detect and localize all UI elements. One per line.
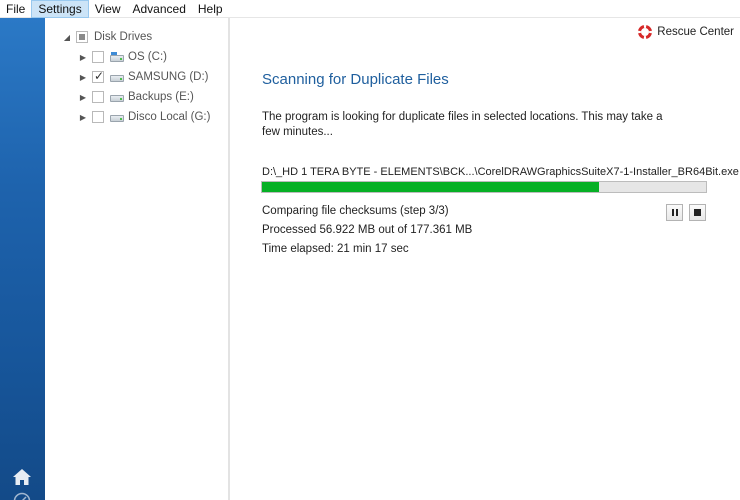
progress-fill: [262, 182, 600, 192]
drive-tree: ◢ Disk Drives ▶ OS (C:) ▶ SAMSUNG (D:) ▶…: [45, 18, 228, 500]
drive-icon: [110, 92, 124, 103]
drive-label: SAMSUNG (D:): [128, 71, 209, 83]
tree-item-os[interactable]: ▶ OS (C:): [78, 48, 167, 66]
drive-checkbox[interactable]: [92, 111, 104, 123]
drive-checkbox[interactable]: [92, 69, 104, 83]
rescue-center-link[interactable]: Rescue Center: [638, 25, 734, 39]
menu-file[interactable]: File: [0, 0, 31, 18]
menu-bar: File Settings View Advanced Help: [0, 0, 740, 18]
drive-checkbox[interactable]: [92, 91, 104, 103]
drive-label: Backups (E:): [128, 91, 194, 103]
elapsed-status: Time elapsed: 21 min 17 sec: [262, 243, 409, 255]
drive-checkbox[interactable]: [92, 51, 104, 63]
gauge-icon[interactable]: [13, 492, 31, 500]
pause-icon: [671, 209, 679, 216]
drive-label: OS (C:): [128, 51, 167, 63]
stop-icon: [694, 209, 701, 216]
current-file-path: D:\_HD 1 TERA BYTE - ELEMENTS\BCK...\Cor…: [262, 166, 739, 178]
step-status: Comparing file checksums (step 3/3): [262, 205, 449, 217]
side-rail: [0, 18, 45, 500]
tree-item-disco-local[interactable]: ▶ Disco Local (G:): [78, 108, 210, 126]
drive-icon: [110, 51, 124, 63]
pause-button[interactable]: [666, 204, 683, 221]
collapse-arrow-icon[interactable]: ◢: [62, 33, 72, 42]
menu-view[interactable]: View: [89, 0, 127, 18]
scan-progress-bar: [261, 181, 707, 193]
expand-arrow-icon[interactable]: ▶: [78, 53, 88, 62]
menu-settings[interactable]: Settings: [31, 0, 89, 18]
drive-icon: [110, 72, 124, 83]
tree-root-label: Disk Drives: [94, 31, 153, 43]
rescue-center-label: Rescue Center: [657, 26, 734, 38]
scan-description: The program is looking for duplicate fil…: [262, 111, 663, 138]
tree-root[interactable]: ◢ Disk Drives: [62, 28, 152, 46]
expand-arrow-icon[interactable]: ▶: [78, 73, 88, 82]
scan-panel: Rescue Center Scanning for Duplicate Fil…: [230, 18, 740, 500]
tree-item-backups[interactable]: ▶ Backups (E:): [78, 88, 194, 106]
root-checkbox[interactable]: [76, 31, 88, 43]
expand-arrow-icon[interactable]: ▶: [78, 113, 88, 122]
tree-item-samsung[interactable]: ▶ SAMSUNG (D:): [78, 68, 209, 86]
drive-icon: [110, 112, 124, 123]
menu-help[interactable]: Help: [192, 0, 229, 18]
lifebuoy-icon: [638, 25, 653, 39]
page-title: Scanning for Duplicate Files: [262, 71, 449, 88]
stop-button[interactable]: [689, 204, 706, 221]
processed-status: Processed 56.922 MB out of 177.361 MB: [262, 224, 473, 236]
drive-label: Disco Local (G:): [128, 111, 211, 123]
expand-arrow-icon[interactable]: ▶: [78, 93, 88, 102]
menu-advanced[interactable]: Advanced: [127, 0, 192, 18]
home-icon[interactable]: [12, 468, 32, 486]
